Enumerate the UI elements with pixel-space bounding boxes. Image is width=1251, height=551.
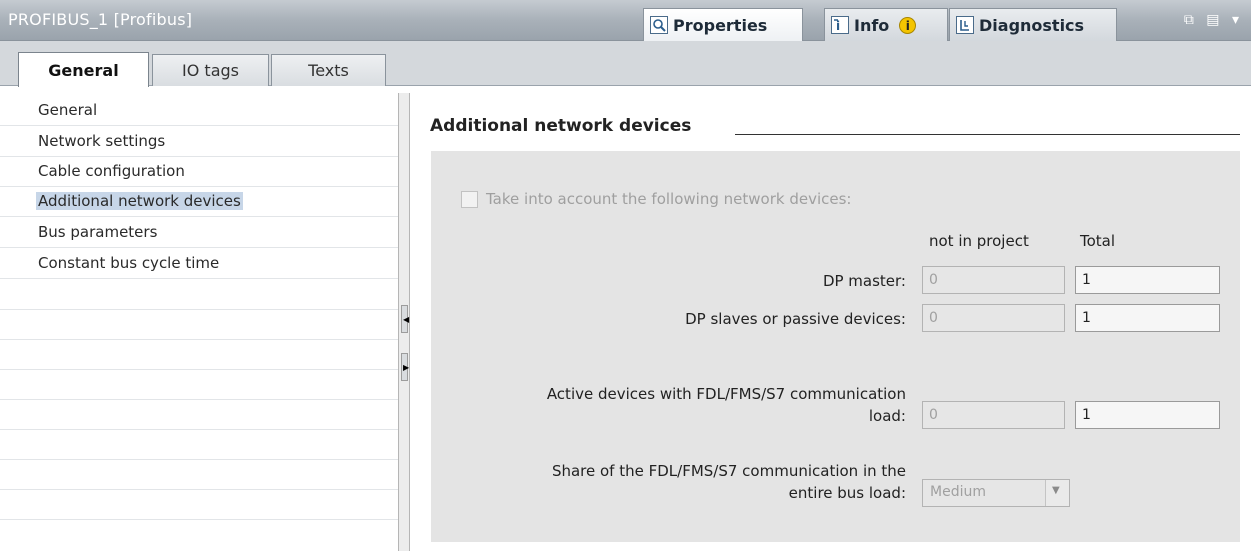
- tab-properties-label: Properties: [673, 15, 768, 35]
- nav-empty-row: [0, 339, 398, 370]
- dp-slaves-not-in-project-field[interactable]: 0: [922, 304, 1065, 332]
- active-devices-total-field[interactable]: 1: [1075, 401, 1220, 429]
- chevron-down-icon: ▼: [1052, 485, 1060, 496]
- share-communication-dropdown[interactable]: Medium ▼: [922, 479, 1070, 507]
- nav-empty-row: [0, 369, 398, 400]
- dp-master-not-in-project-field[interactable]: 0: [922, 266, 1065, 294]
- dp-master-total-field[interactable]: 1: [1075, 266, 1220, 294]
- subtab-io-tags[interactable]: IO tags: [152, 54, 269, 86]
- nav-empty-row: [0, 279, 398, 310]
- checkbox-label: Take into account the following network …: [486, 190, 852, 208]
- title-bar: PROFIBUS_1 [Profibus] Properties i Info …: [0, 0, 1251, 41]
- tab-diagnostics[interactable]: Diagnostics: [949, 8, 1117, 41]
- tab-info-label: Info: [854, 15, 890, 35]
- section-divider: [735, 134, 1240, 135]
- dp-master-label: DP master:: [822, 272, 906, 290]
- share-label-line1: Share of the FDL/FMS/S7 communication in…: [551, 462, 906, 480]
- dropdown-value: Medium: [930, 484, 986, 500]
- svg-text:i: i: [836, 19, 840, 33]
- sub-tab-bar: General IO tags Texts: [0, 41, 1251, 87]
- nav-empty-row: [0, 309, 398, 340]
- dp-slaves-total-field[interactable]: 1: [1075, 304, 1220, 332]
- dropdown-button[interactable]: ▼: [1045, 480, 1069, 506]
- tab-diagnostics-label: Diagnostics: [979, 15, 1085, 35]
- window-controls[interactable]: ⧉ ▤ ▾: [1184, 12, 1243, 28]
- active-devices-label-line1: Active devices with FDL/FMS/S7 communica…: [546, 385, 906, 403]
- nav-item-label: General: [38, 101, 98, 119]
- share-label-line2: entire bus load:: [788, 484, 906, 502]
- nav-item-bus-parameters[interactable]: Bus parameters: [0, 217, 398, 248]
- column-header-not-in-project: not in project: [929, 232, 1029, 250]
- nav-item-label: Constant bus cycle time: [38, 254, 220, 272]
- info-badge-icon: i: [899, 16, 917, 34]
- nav-empty-row: [0, 399, 398, 430]
- window-title: PROFIBUS_1 [Profibus]: [8, 10, 193, 29]
- diagnostics-icon: [956, 16, 974, 34]
- collapse-left-icon[interactable]: ◀: [401, 305, 409, 333]
- expand-right-icon[interactable]: ▶: [401, 353, 409, 381]
- nav-item-label: Bus parameters: [38, 223, 158, 241]
- tab-properties[interactable]: Properties: [643, 8, 803, 41]
- tab-info[interactable]: i Info i: [824, 8, 948, 41]
- nav-item-cable-configuration[interactable]: Cable configuration: [0, 156, 398, 187]
- active-devices-not-in-project-field[interactable]: 0: [922, 401, 1065, 429]
- nav-item-constant-bus-cycle-time[interactable]: Constant bus cycle time: [0, 248, 398, 279]
- nav-item-label: Additional network devices: [36, 192, 243, 210]
- take-into-account-checkbox-row: Take into account the following network …: [461, 190, 851, 208]
- active-devices-label-line2: load:: [868, 407, 906, 425]
- nav-empty-row: [0, 489, 398, 520]
- nav-item-general[interactable]: General: [0, 95, 398, 126]
- column-header-total: Total: [1080, 232, 1116, 250]
- section-title: Additional network devices: [430, 116, 702, 136]
- subtab-texts[interactable]: Texts: [271, 54, 386, 86]
- nav-empty-row: [0, 429, 398, 460]
- nav-item-network-settings[interactable]: Network settings: [0, 126, 398, 157]
- nav-item-label: Network settings: [38, 132, 166, 150]
- dp-slaves-label: DP slaves or passive devices:: [685, 310, 906, 328]
- info-icon: i: [831, 16, 849, 34]
- nav-item-additional-network-devices[interactable]: Additional network devices: [0, 186, 398, 217]
- nav-empty-row: [0, 459, 398, 490]
- take-into-account-checkbox[interactable]: [461, 190, 478, 208]
- properties-icon: [650, 16, 668, 34]
- panel-splitter[interactable]: ◀ ▶: [398, 93, 410, 551]
- left-navigation: General Network settings Cable configura…: [0, 86, 398, 551]
- subtab-general[interactable]: General: [18, 52, 149, 87]
- nav-item-label: Cable configuration: [38, 162, 185, 180]
